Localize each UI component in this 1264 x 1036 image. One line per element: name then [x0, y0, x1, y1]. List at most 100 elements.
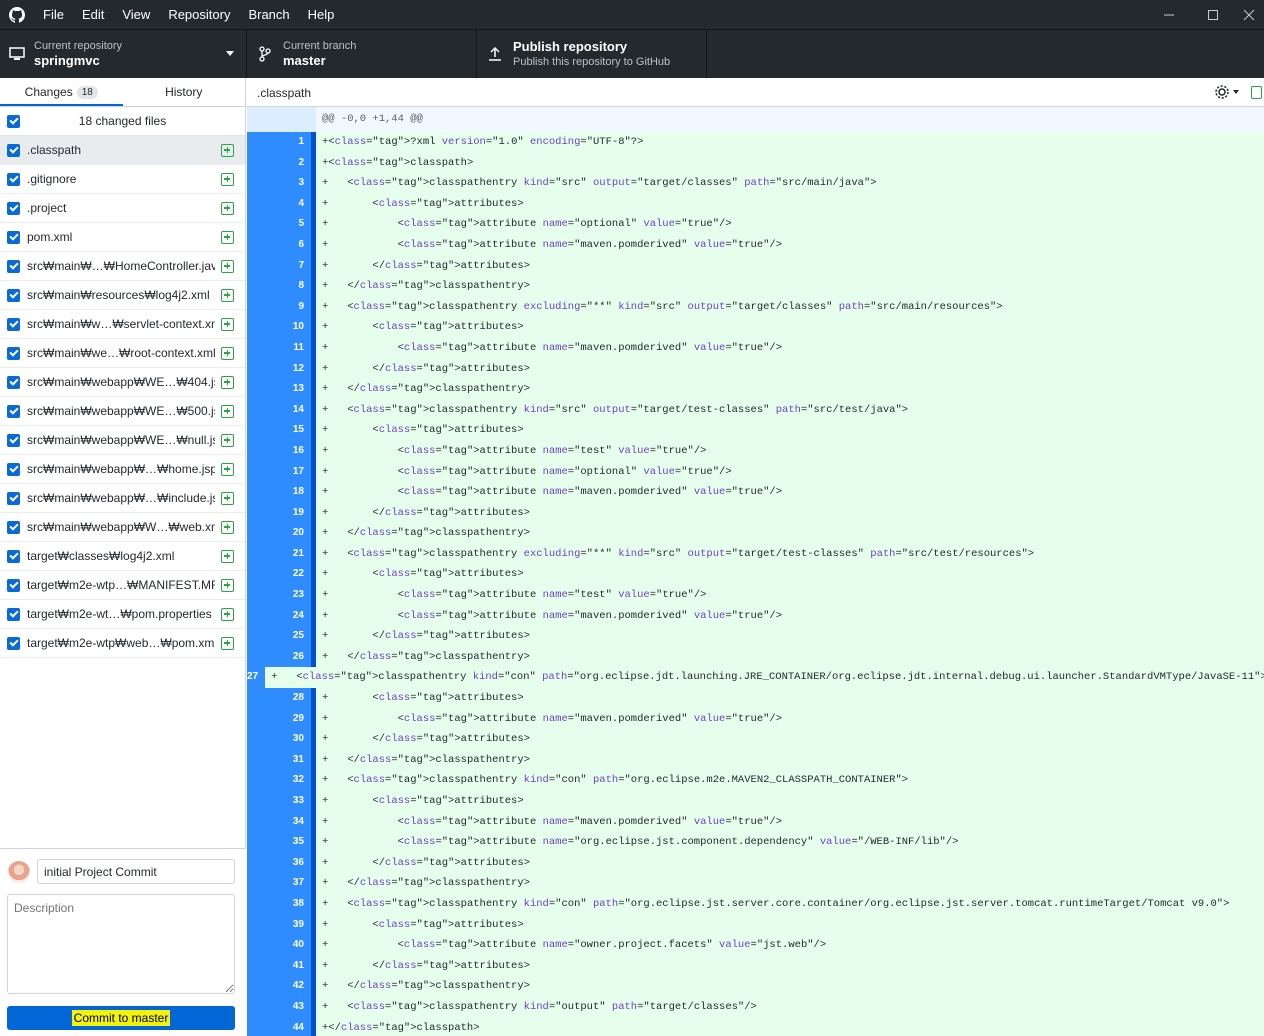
gear-icon[interactable] — [1214, 84, 1240, 103]
file-checkbox[interactable] — [7, 201, 20, 215]
line-number[interactable]: 15 — [247, 420, 311, 441]
file-checkbox[interactable] — [7, 433, 20, 447]
select-all-checkbox[interactable] — [7, 114, 20, 128]
diff-line[interactable]: 34 + <class="tag">attribute name="maven.p… — [247, 811, 1264, 833]
current-branch-button[interactable]: Current branch master — [247, 30, 477, 78]
line-number[interactable]: 10 — [247, 317, 311, 338]
diff-line[interactable]: 8 + </class="tag">classpathentry> — [247, 276, 1264, 297]
diff-line[interactable]: 42 + </class="tag">classpathentry> — [247, 976, 1264, 997]
file-checkbox[interactable] — [7, 578, 20, 592]
diff-line[interactable]: 36 + </class="tag">attributes> — [247, 852, 1264, 874]
menu-file[interactable]: File — [34, 0, 73, 29]
close-icon[interactable] — [1234, 0, 1264, 29]
line-number[interactable]: 6 — [247, 234, 311, 256]
file-row[interactable]: src₩main₩webapp₩WE…₩null.jsp — [0, 426, 245, 455]
line-number[interactable]: 22 — [247, 564, 311, 586]
diff-line[interactable]: 22 + <class="tag">attributes> — [247, 564, 1264, 586]
diff-line[interactable]: 3 + <class="tag">classpathentry kind="src… — [247, 173, 1264, 194]
file-checkbox[interactable] — [7, 607, 20, 621]
line-number[interactable]: 32 — [247, 770, 311, 791]
file-row[interactable]: src₩main₩webapp₩WE…₩500.jsp — [0, 397, 245, 426]
menu-help[interactable]: Help — [299, 0, 344, 29]
file-row[interactable]: src₩main₩webapp₩W…₩web.xml — [0, 513, 245, 542]
line-number[interactable]: 29 — [247, 708, 311, 730]
line-number[interactable]: 41 — [247, 955, 311, 977]
diff-line[interactable]: 1 +<class="tag">?xml version="1.0" encodi… — [247, 132, 1264, 153]
diff-line[interactable]: 14 + <class="tag">classpathentry kind="sr… — [247, 399, 1264, 421]
file-checkbox[interactable] — [7, 491, 20, 505]
current-repository-button[interactable]: Current repository springmvc — [0, 30, 247, 78]
commit-button[interactable]: Commit to master — [7, 1006, 235, 1030]
menu-edit[interactable]: Edit — [73, 0, 113, 29]
line-number[interactable]: 21 — [247, 543, 311, 565]
line-number[interactable]: 26 — [247, 646, 311, 668]
file-checkbox[interactable] — [7, 549, 20, 563]
diff-line[interactable]: 17 + <class="tag">attribute name="optiona… — [247, 461, 1264, 483]
line-number[interactable]: 38 — [247, 893, 311, 915]
file-checkbox[interactable] — [7, 636, 20, 650]
diff-line[interactable]: 40 + <class="tag">attribute name="owner.p… — [247, 935, 1264, 956]
diff-line[interactable]: 26 + </class="tag">classpathentry> — [247, 646, 1264, 668]
file-row[interactable]: src₩main₩we…₩root-context.xml — [0, 339, 245, 368]
menu-branch[interactable]: Branch — [239, 0, 298, 29]
diff-line[interactable]: 11 + <class="tag">attribute name="maven.p… — [247, 337, 1264, 359]
line-number[interactable]: 25 — [247, 626, 311, 647]
diff-line[interactable]: 28 + <class="tag">attributes> — [247, 688, 1264, 709]
diff-line[interactable]: 30 + </class="tag">attributes> — [247, 729, 1264, 750]
file-row[interactable]: src₩main₩webapp₩…₩include.jsp — [0, 484, 245, 513]
diff-line[interactable]: 37 + </class="tag">classpathentry> — [247, 873, 1264, 894]
file-checkbox[interactable] — [7, 317, 20, 331]
diff-line[interactable]: 32 + <class="tag">classpathentry kind="co… — [247, 770, 1264, 791]
file-row[interactable]: src₩main₩webapp₩WE…₩404.jsp — [0, 368, 245, 397]
line-number[interactable]: 39 — [247, 914, 311, 936]
diff-line[interactable]: 12 + </class="tag">attributes> — [247, 358, 1264, 380]
diff-line[interactable]: 2 +<class="tag">classpath> — [247, 152, 1264, 174]
line-number[interactable]: 37 — [247, 873, 311, 894]
diff-line[interactable]: 29 + <class="tag">attribute name="maven.p… — [247, 708, 1264, 730]
line-number[interactable]: 13 — [247, 379, 311, 400]
diff-line[interactable]: 39 + <class="tag">attributes> — [247, 914, 1264, 936]
file-row[interactable]: src₩main₩…₩HomeController.java — [0, 252, 245, 281]
line-number[interactable]: 7 — [247, 255, 311, 277]
file-checkbox[interactable] — [7, 172, 20, 186]
file-checkbox[interactable] — [7, 143, 20, 157]
diff-line[interactable]: 38 + <class="tag">classpathentry kind="co… — [247, 893, 1264, 915]
line-number[interactable]: 27 — [247, 667, 266, 689]
line-number[interactable]: 40 — [247, 935, 311, 956]
diff-line[interactable]: 44 +</class="tag">classpath> — [247, 1017, 1264, 1036]
line-number[interactable]: 24 — [247, 605, 311, 627]
file-row[interactable]: .gitignore — [0, 165, 245, 194]
diff-line[interactable]: 6 + <class="tag">attribute name="maven.po… — [247, 234, 1264, 256]
line-number[interactable]: 28 — [247, 688, 311, 709]
line-number[interactable]: 2 — [247, 152, 311, 174]
diff-line[interactable]: 35 + <class="tag">attribute name="org.ecl… — [247, 832, 1264, 853]
line-number[interactable]: 42 — [247, 976, 311, 997]
diff-line[interactable]: 5 + <class="tag">attribute name="optional… — [247, 214, 1264, 235]
diff-line[interactable]: 9 + <class="tag">classpathentry excluding… — [247, 296, 1264, 318]
line-number[interactable]: 20 — [247, 523, 311, 544]
diff-line[interactable]: 27 + <class="tag">classpathentry kind="co… — [247, 667, 1264, 689]
diff-line[interactable]: 21 + <class="tag">classpathentry excludin… — [247, 543, 1264, 565]
diff-line[interactable]: 18 + <class="tag">attribute name="maven.p… — [247, 482, 1264, 503]
line-number[interactable]: 44 — [247, 1017, 311, 1036]
file-row[interactable]: .classpath — [0, 136, 245, 165]
diff-line[interactable]: 24 + <class="tag">attribute name="maven.p… — [247, 605, 1264, 627]
line-number[interactable]: 16 — [247, 440, 311, 462]
diff-line[interactable]: 31 + </class="tag">classpathentry> — [247, 749, 1264, 771]
file-checkbox[interactable] — [7, 288, 20, 302]
line-number[interactable]: 31 — [247, 749, 311, 771]
diff-line[interactable]: 25 + </class="tag">attributes> — [247, 626, 1264, 647]
file-row[interactable]: src₩main₩webapp₩…₩home.jsp — [0, 455, 245, 484]
diff-line[interactable]: 16 + <class="tag">attribute name="test" v… — [247, 440, 1264, 462]
line-number[interactable]: 36 — [247, 852, 311, 874]
file-row[interactable]: .project — [0, 194, 245, 223]
diff-line[interactable]: 23 + <class="tag">attribute name="test" v… — [247, 585, 1264, 606]
line-number[interactable]: 33 — [247, 791, 311, 812]
diff-line[interactable]: 19 + </class="tag">attributes> — [247, 502, 1264, 524]
line-number[interactable]: 19 — [247, 502, 311, 524]
file-row[interactable]: target₩classes₩log4j2.xml — [0, 542, 245, 571]
file-row[interactable]: target₩m2e-wt…₩pom.properties — [0, 600, 245, 629]
line-number[interactable]: 3 — [247, 173, 311, 194]
file-checkbox[interactable] — [7, 375, 20, 389]
file-row[interactable]: target₩m2e-wtp…₩MANIFEST.MF — [0, 571, 245, 600]
